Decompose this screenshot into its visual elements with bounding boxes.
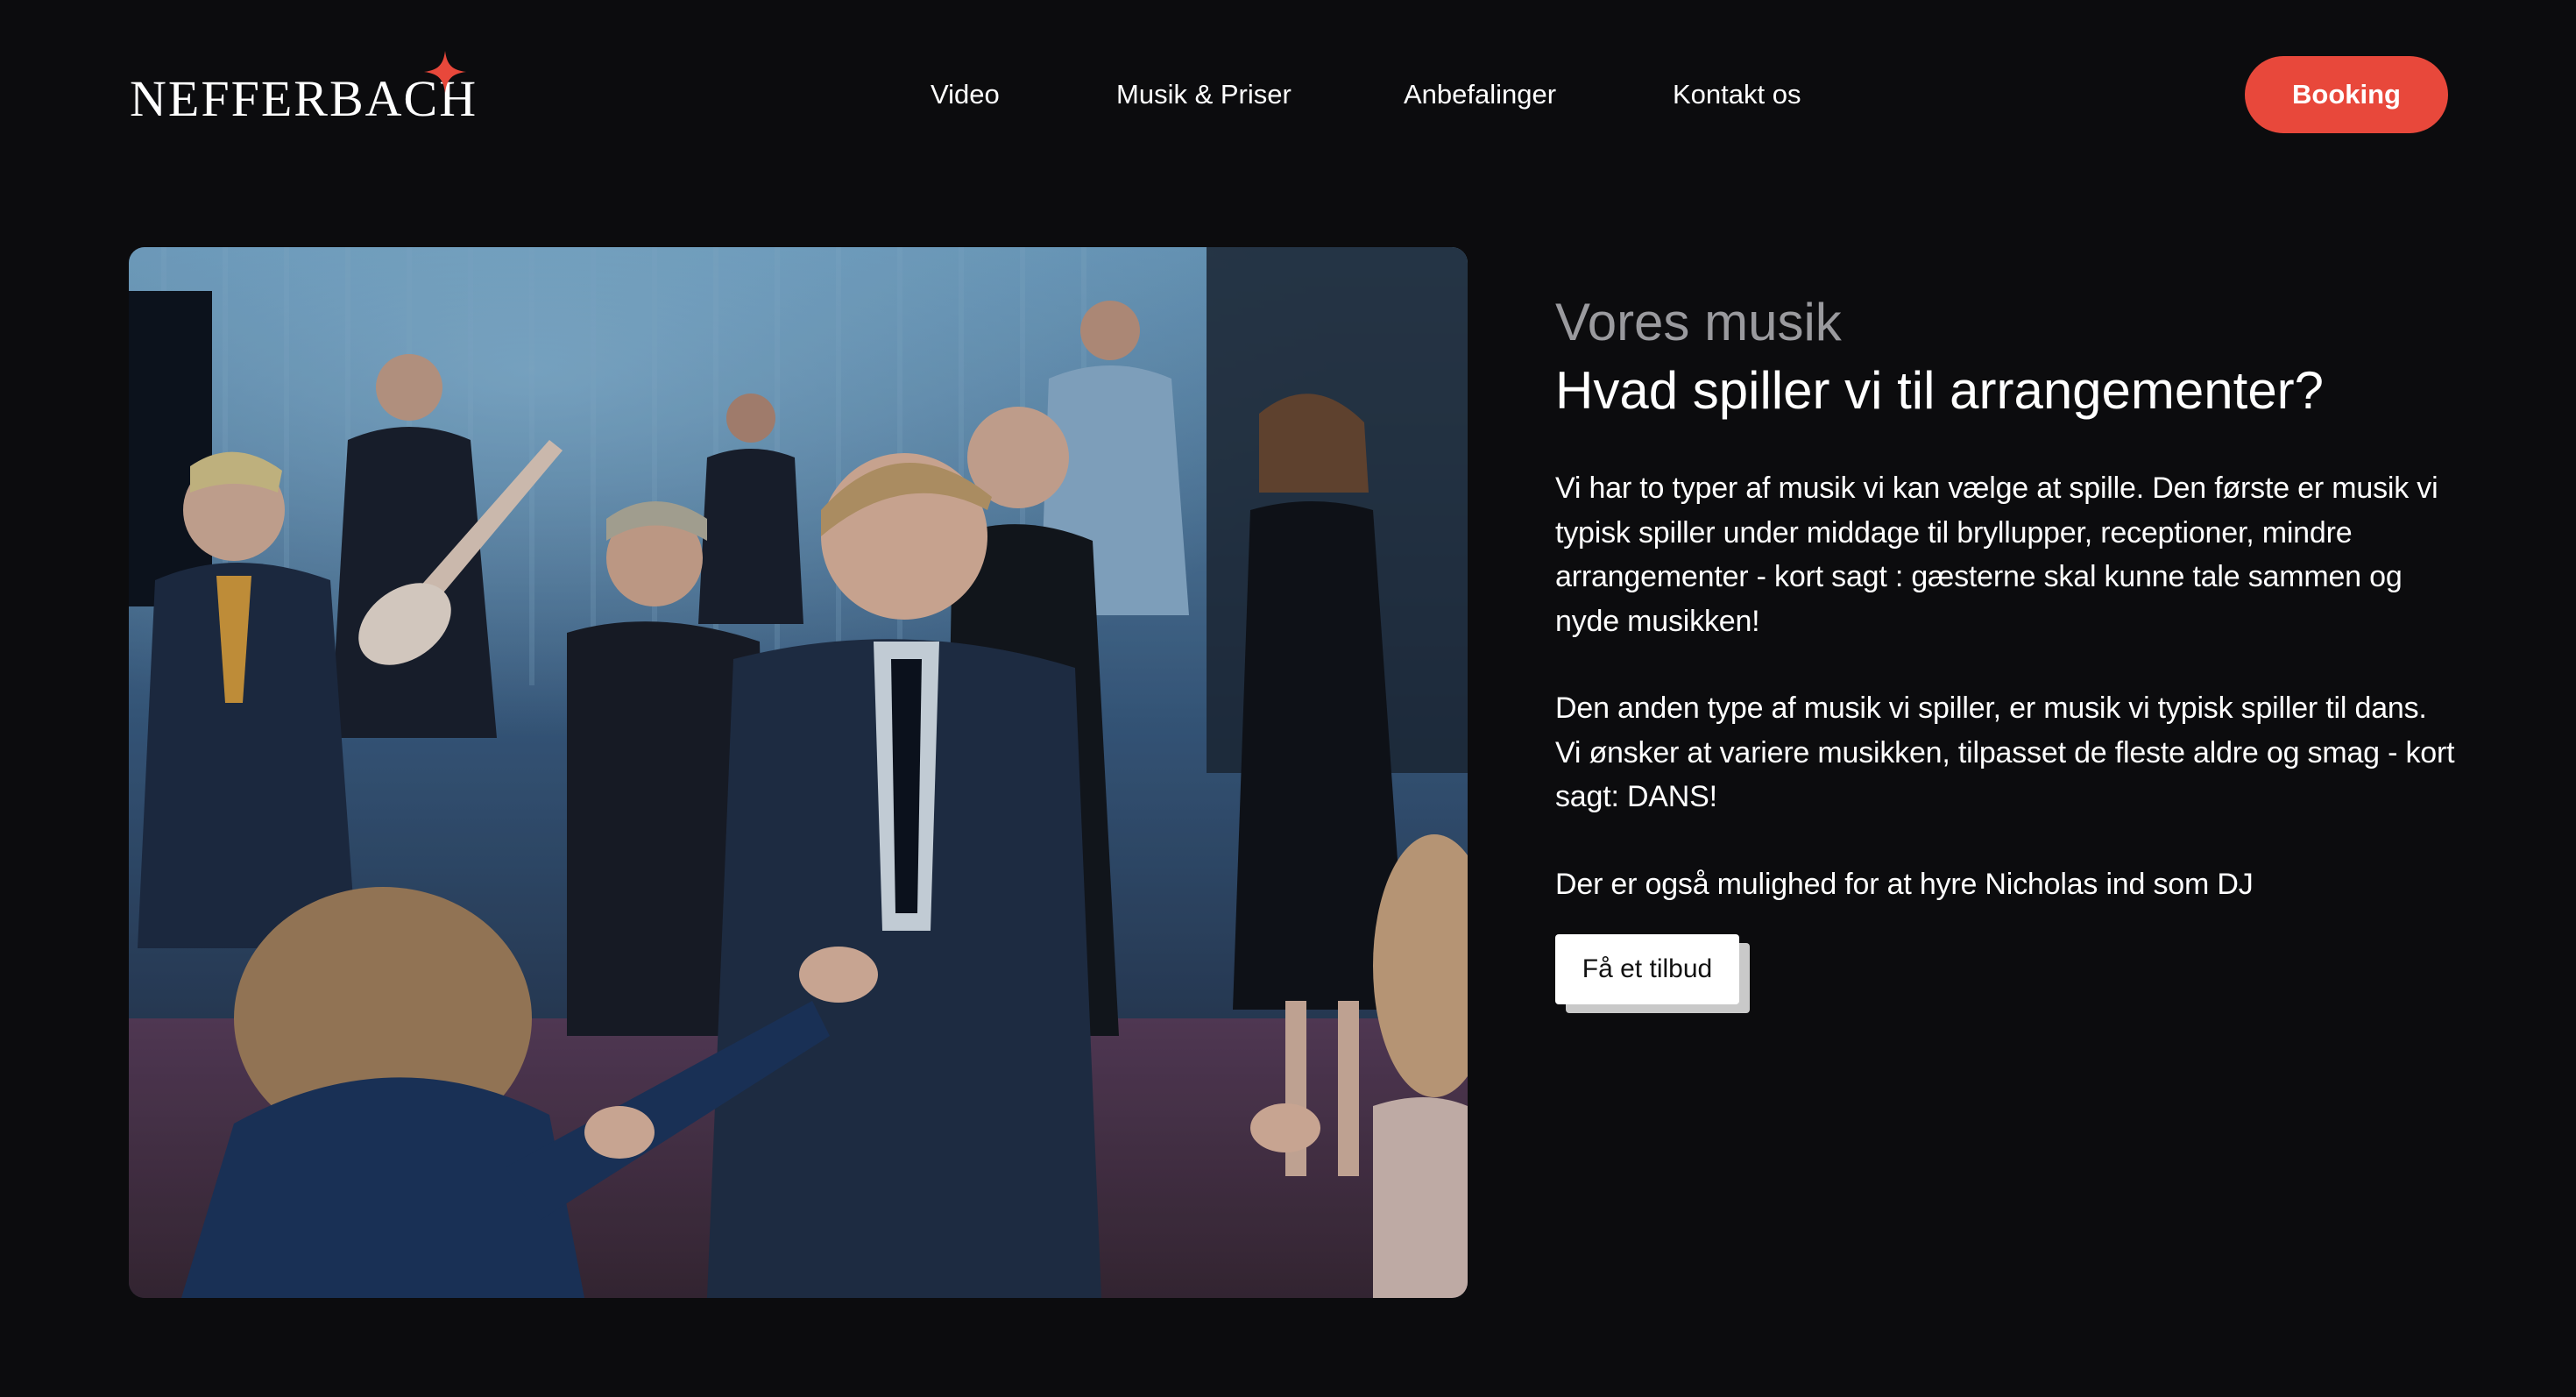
paragraph-dance-music: Den anden type af musik vi spiller, er m… [1555,691,2455,813]
hero-photo [129,247,1468,1298]
wedding-dance-photo [129,247,1468,1298]
main-nav: Video Musik & Priser Anbefalinger Kontak… [0,75,2576,114]
nav-item-musik-priser[interactable]: Musik & Priser [1116,75,1292,114]
paragraph-dinner-music: Vi har to typer af musik vi kan vælge at… [1555,472,2438,638]
nav-item-video[interactable]: Video [931,75,1000,114]
site-header: NEFFERBACH Video Musik & Priser Anbefali… [0,0,2576,189]
nav-item-kontakt-os[interactable]: Kontakt os [1673,75,1801,114]
get-quote-button[interactable]: Få et tilbud [1555,934,1739,1004]
music-section: Vores musik Hvad spiller vi til arrangem… [1555,289,2458,1013]
quote-button-wrapper: Få et tilbud [1555,934,1750,1013]
booking-button[interactable]: Booking [2245,56,2448,133]
section-eyebrow: Vores musik [1555,293,1842,351]
paragraph-dj: Der er også mulighed for at hyre Nichola… [1555,867,2254,901]
nav-item-anbefalinger[interactable]: Anbefalinger [1404,75,1556,114]
section-headline: Hvad spiller vi til arrangementer? [1555,361,2325,420]
